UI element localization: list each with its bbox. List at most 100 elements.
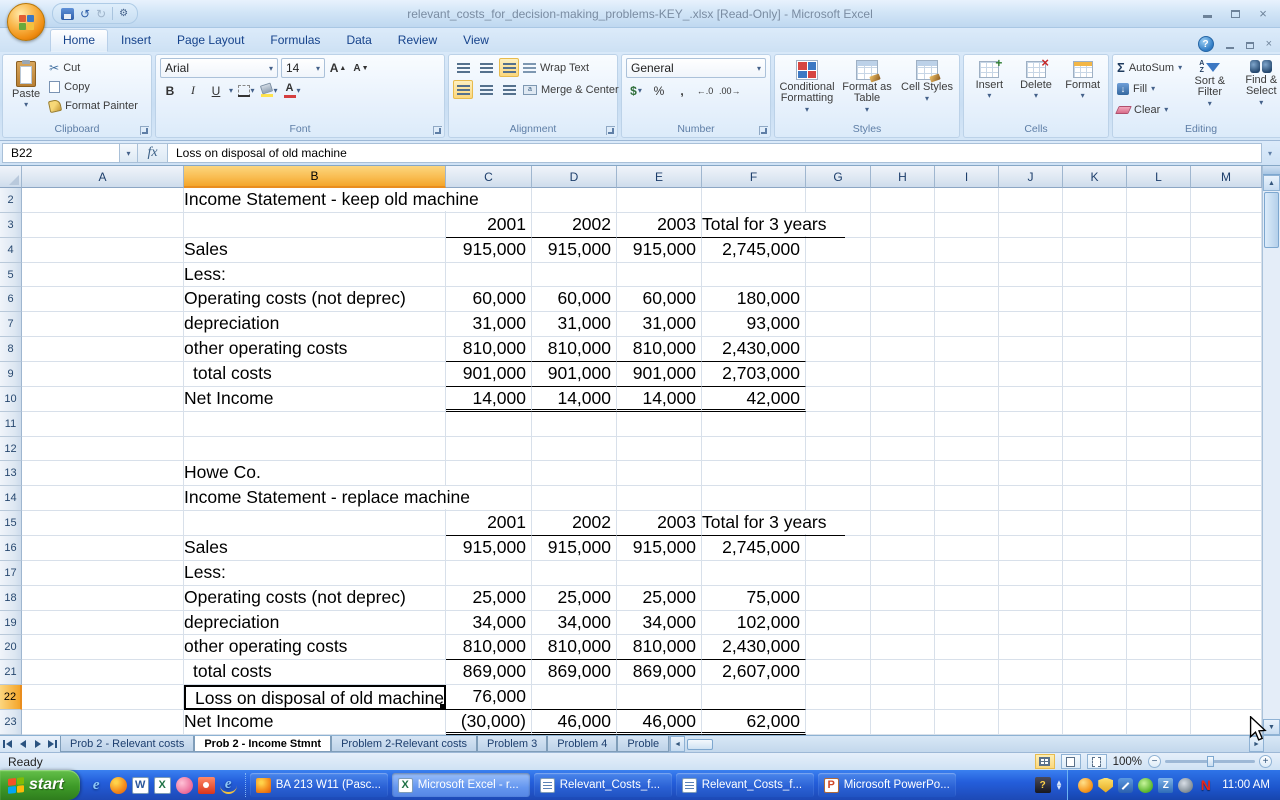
number-format-select[interactable]: General▾ bbox=[626, 58, 766, 78]
cell-M7[interactable] bbox=[1191, 312, 1262, 337]
cell-M17[interactable] bbox=[1191, 561, 1262, 586]
grow-font-button[interactable]: A▲ bbox=[328, 59, 348, 78]
cell-E21[interactable]: 869,000 bbox=[617, 660, 702, 685]
cell-H17[interactable] bbox=[871, 561, 935, 586]
cell-B3[interactable] bbox=[184, 213, 446, 238]
tab-home[interactable]: Home bbox=[50, 29, 108, 52]
cell-E15[interactable]: 2003 bbox=[617, 511, 702, 536]
cell-C5[interactable] bbox=[446, 263, 532, 288]
cell-L22[interactable] bbox=[1127, 685, 1191, 710]
cell-H16[interactable] bbox=[871, 536, 935, 561]
cell-K15[interactable] bbox=[1063, 511, 1127, 536]
row-header-17[interactable]: 17 bbox=[0, 561, 22, 586]
cell-F6[interactable]: 180,000 bbox=[702, 287, 806, 312]
scrollbar-split-handle[interactable] bbox=[1263, 166, 1280, 175]
italic-button[interactable]: I bbox=[183, 81, 203, 100]
status-badge-icon[interactable]: ? bbox=[1035, 777, 1051, 793]
cell-A15[interactable] bbox=[22, 511, 184, 536]
decrease-decimal-button[interactable]: .00→ bbox=[718, 81, 742, 100]
cell-L9[interactable] bbox=[1127, 362, 1191, 387]
firefox-icon[interactable] bbox=[110, 777, 127, 794]
cell-L18[interactable] bbox=[1127, 586, 1191, 611]
cell-M11[interactable] bbox=[1191, 412, 1262, 437]
cell-L17[interactable] bbox=[1127, 561, 1191, 586]
cell-F3[interactable]: Total for 3 years bbox=[702, 213, 806, 238]
cell-C6[interactable]: 60,000 bbox=[446, 287, 532, 312]
cell-H12[interactable] bbox=[871, 437, 935, 462]
sheet-tab-problem-4[interactable]: Problem 4 bbox=[547, 736, 617, 752]
cell-J8[interactable] bbox=[999, 337, 1063, 362]
cell-H19[interactable] bbox=[871, 611, 935, 636]
name-box[interactable]: B22 bbox=[2, 143, 120, 163]
percent-style-button[interactable]: % bbox=[649, 81, 669, 100]
cell-C17[interactable] bbox=[446, 561, 532, 586]
cell-F14[interactable] bbox=[702, 486, 806, 511]
row-header-7[interactable]: 7 bbox=[0, 312, 22, 337]
sheet-nav-next-button[interactable] bbox=[30, 736, 45, 752]
cell-M8[interactable] bbox=[1191, 337, 1262, 362]
zoom-slider-track[interactable] bbox=[1165, 760, 1255, 763]
cell-H9[interactable] bbox=[871, 362, 935, 387]
cell-I5[interactable] bbox=[935, 263, 999, 288]
cell-B13[interactable]: Howe Co. bbox=[184, 461, 446, 486]
cell-L13[interactable] bbox=[1127, 461, 1191, 486]
cell-K6[interactable] bbox=[1063, 287, 1127, 312]
cell-C15[interactable]: 2001 bbox=[446, 511, 532, 536]
cell-H4[interactable] bbox=[871, 238, 935, 263]
cell-K12[interactable] bbox=[1063, 437, 1127, 462]
bottom-align-button[interactable] bbox=[499, 58, 519, 77]
cell-M18[interactable] bbox=[1191, 586, 1262, 611]
undo-icon[interactable]: ↺ bbox=[80, 8, 90, 20]
cell-F21[interactable]: 2,607,000 bbox=[702, 660, 806, 685]
cell-G4[interactable] bbox=[806, 238, 871, 263]
green-star-icon[interactable] bbox=[1138, 778, 1153, 793]
cell-E19[interactable]: 34,000 bbox=[617, 611, 702, 636]
cell-F12[interactable] bbox=[702, 437, 806, 462]
cell-H13[interactable] bbox=[871, 461, 935, 486]
cell-D2[interactable] bbox=[532, 188, 617, 213]
cell-G8[interactable] bbox=[806, 337, 871, 362]
cell-H2[interactable] bbox=[871, 188, 935, 213]
cell-K21[interactable] bbox=[1063, 660, 1127, 685]
cell-B16[interactable]: Sales bbox=[184, 536, 446, 561]
cell-F16[interactable]: 2,745,000 bbox=[702, 536, 806, 561]
task-button-microsoft-excel-r[interactable]: Microsoft Excel - r... bbox=[392, 773, 530, 797]
cell-M10[interactable] bbox=[1191, 387, 1262, 412]
cell-H10[interactable] bbox=[871, 387, 935, 412]
clear-button[interactable]: Clear ▾ bbox=[1117, 100, 1182, 119]
cell-D3[interactable]: 2002 bbox=[532, 213, 617, 238]
cell-I7[interactable] bbox=[935, 312, 999, 337]
cell-J21[interactable] bbox=[999, 660, 1063, 685]
cell-A21[interactable] bbox=[22, 660, 184, 685]
cell-D18[interactable]: 25,000 bbox=[532, 586, 617, 611]
cell-H20[interactable] bbox=[871, 635, 935, 660]
cell-D8[interactable]: 810,000 bbox=[532, 337, 617, 362]
cell-B18[interactable]: Operating costs (not deprec) bbox=[184, 586, 446, 611]
cell-K8[interactable] bbox=[1063, 337, 1127, 362]
cell-J22[interactable] bbox=[999, 685, 1063, 710]
cell-L16[interactable] bbox=[1127, 536, 1191, 561]
cell-B17[interactable]: Less: bbox=[184, 561, 446, 586]
shrink-font-button[interactable]: A▼ bbox=[351, 59, 371, 78]
cell-E5[interactable] bbox=[617, 263, 702, 288]
cell-B12[interactable] bbox=[184, 437, 446, 462]
cell-G19[interactable] bbox=[806, 611, 871, 636]
cell-H3[interactable] bbox=[871, 213, 935, 238]
cell-C19[interactable]: 34,000 bbox=[446, 611, 532, 636]
cell-M5[interactable] bbox=[1191, 263, 1262, 288]
cell-G7[interactable] bbox=[806, 312, 871, 337]
cell-F4[interactable]: 2,745,000 bbox=[702, 238, 806, 263]
cell-A8[interactable] bbox=[22, 337, 184, 362]
column-header-k[interactable]: K bbox=[1063, 166, 1127, 188]
font-dialog-launcher[interactable] bbox=[433, 126, 442, 135]
cell-H7[interactable] bbox=[871, 312, 935, 337]
paste-button[interactable]: Paste ▾ bbox=[7, 58, 45, 123]
cell-A5[interactable] bbox=[22, 263, 184, 288]
comma-style-button[interactable]: , bbox=[672, 81, 692, 100]
cell-I8[interactable] bbox=[935, 337, 999, 362]
cell-K13[interactable] bbox=[1063, 461, 1127, 486]
cell-J23[interactable] bbox=[999, 710, 1063, 735]
cell-L4[interactable] bbox=[1127, 238, 1191, 263]
cell-K17[interactable] bbox=[1063, 561, 1127, 586]
cell-I17[interactable] bbox=[935, 561, 999, 586]
